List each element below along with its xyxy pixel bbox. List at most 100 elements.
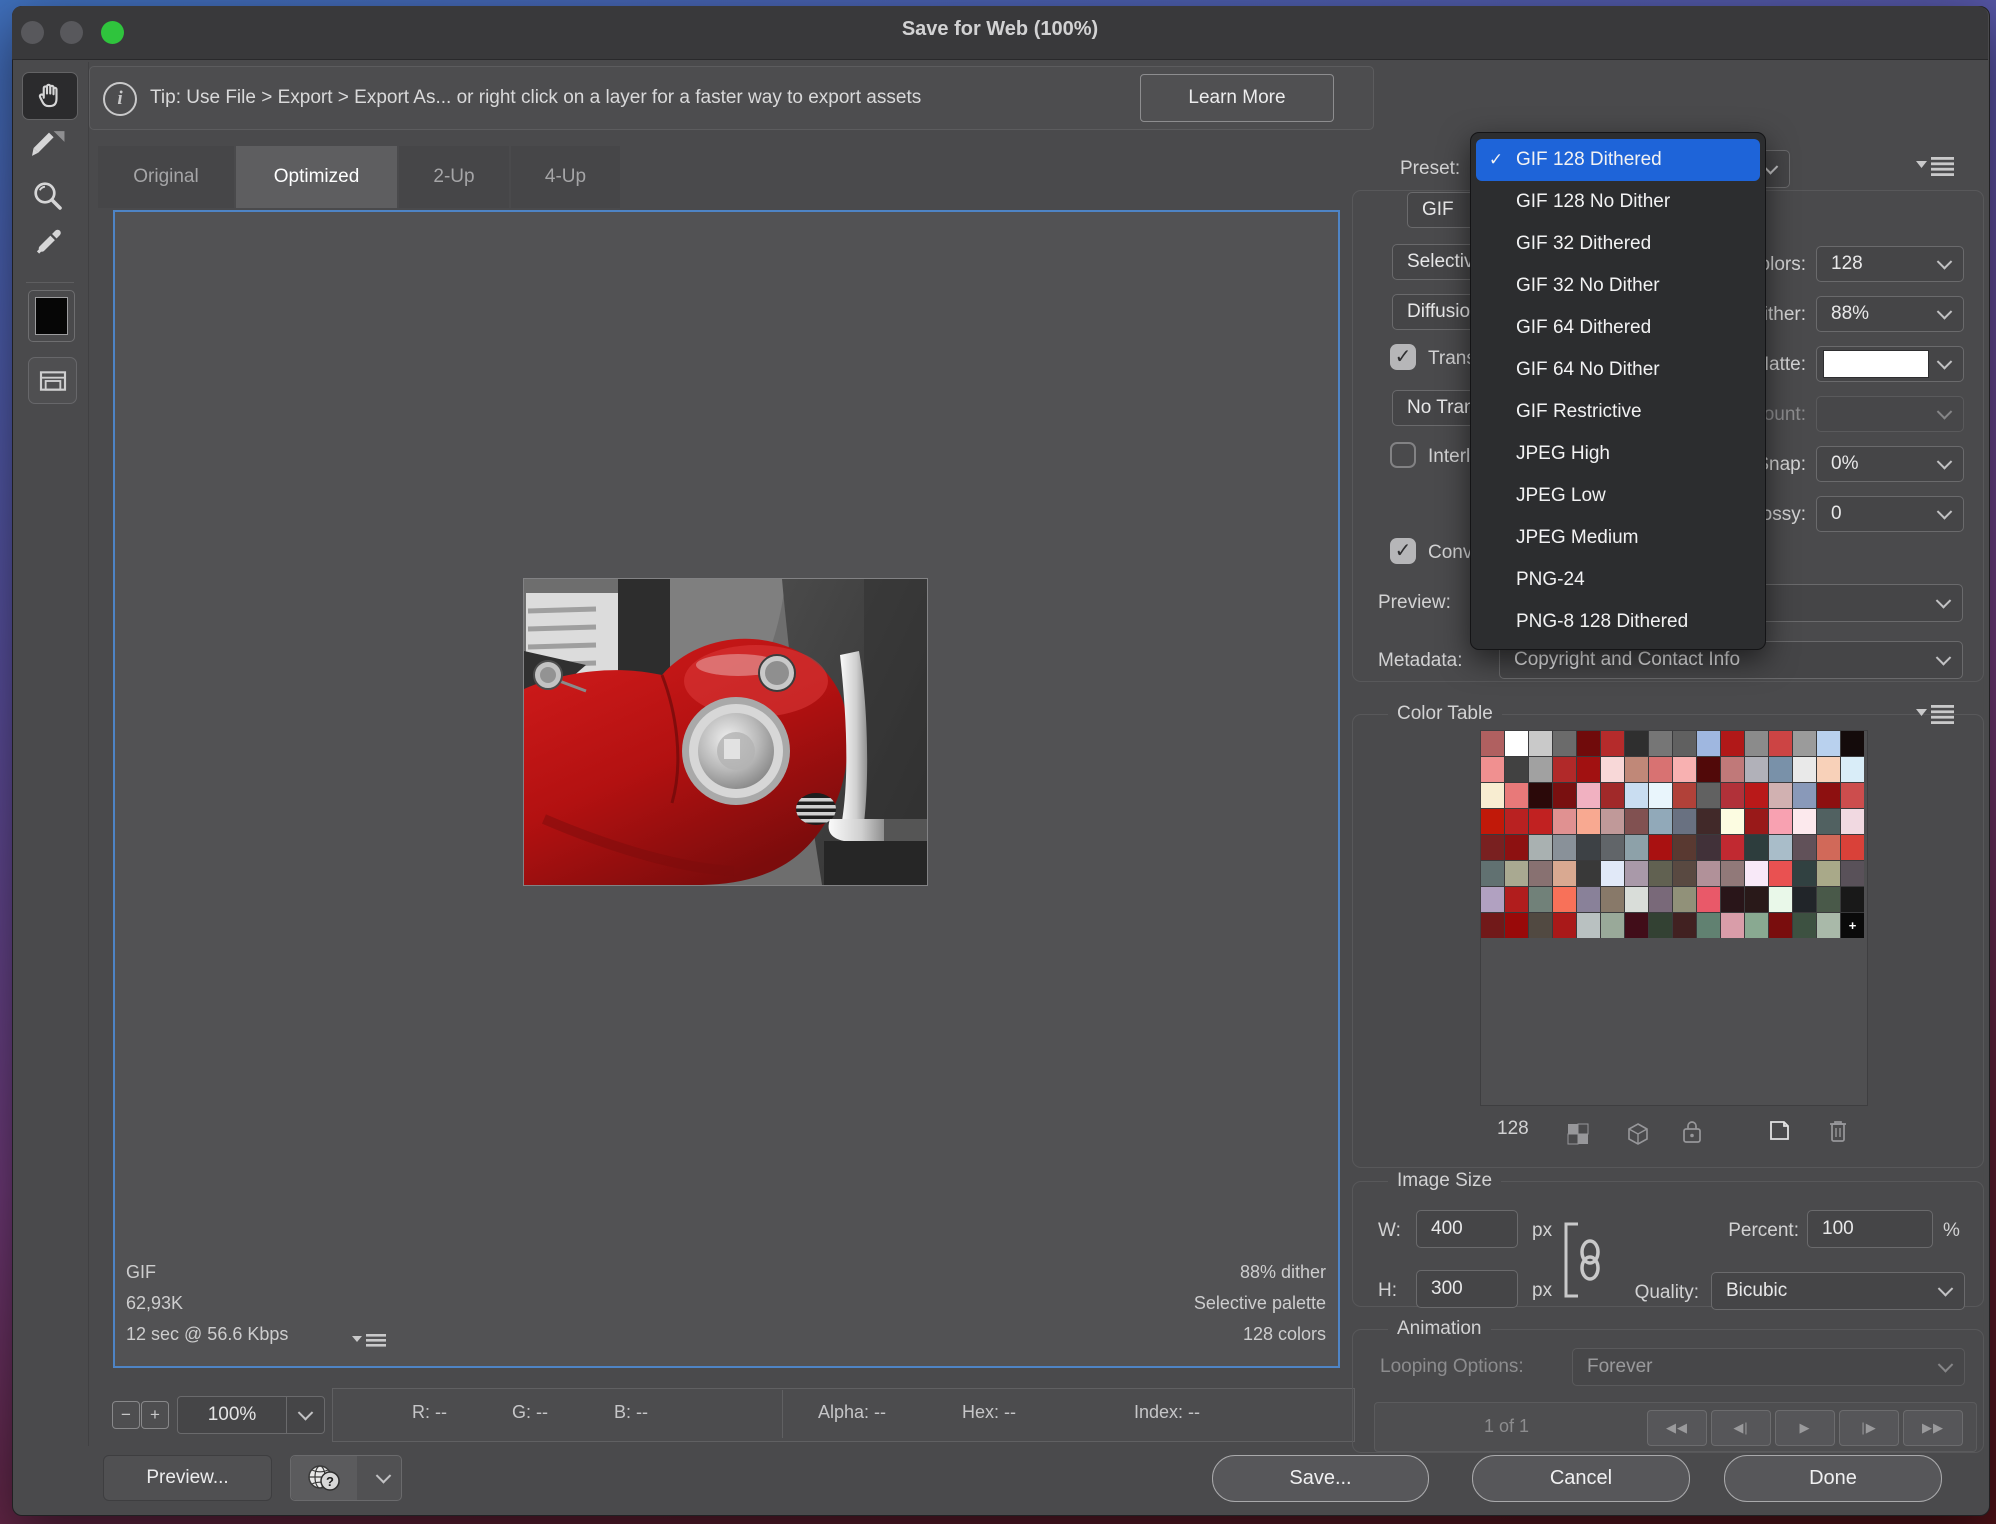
color-swatch[interactable]	[1649, 887, 1672, 912]
color-swatch[interactable]	[1697, 861, 1720, 886]
color-swatch[interactable]	[1505, 861, 1528, 886]
color-swatch[interactable]	[1817, 783, 1840, 808]
color-swatch[interactable]	[1481, 757, 1504, 782]
color-swatch[interactable]	[1577, 913, 1600, 938]
color-swatch[interactable]	[1841, 757, 1864, 782]
preview-in-browser-button[interactable]: Preview...	[103, 1455, 272, 1501]
color-swatch[interactable]	[1529, 783, 1552, 808]
color-swatch[interactable]	[1601, 835, 1624, 860]
color-table-menu-icon[interactable]	[1916, 704, 1954, 724]
color-swatch[interactable]	[1529, 861, 1552, 886]
color-swatch[interactable]	[1577, 835, 1600, 860]
color-swatch[interactable]	[1481, 783, 1504, 808]
color-swatch[interactable]	[1697, 757, 1720, 782]
preset-menu-item[interactable]: JPEG Medium	[1476, 517, 1760, 559]
color-swatch[interactable]	[1793, 913, 1816, 938]
color-swatch[interactable]	[1625, 835, 1648, 860]
color-swatch[interactable]	[1673, 783, 1696, 808]
color-swatch[interactable]	[1481, 887, 1504, 912]
color-swatch[interactable]	[1649, 809, 1672, 834]
color-swatch[interactable]	[1793, 757, 1816, 782]
color-swatch[interactable]	[1649, 913, 1672, 938]
color-swatch[interactable]	[1745, 887, 1768, 912]
done-button[interactable]: Done	[1724, 1455, 1942, 1502]
annotations-menu-icon[interactable]	[352, 1332, 388, 1350]
color-swatch[interactable]	[1793, 783, 1816, 808]
convert-srgb-checkbox[interactable]: ✓	[1390, 538, 1416, 564]
color-swatch[interactable]	[1649, 835, 1672, 860]
new-color-icon[interactable]	[1767, 1118, 1792, 1143]
color-swatch[interactable]	[1793, 887, 1816, 912]
color-swatch[interactable]	[1505, 835, 1528, 860]
preset-menu-item[interactable]: GIF 32 Dithered	[1476, 223, 1760, 265]
color-swatch[interactable]	[1625, 809, 1648, 834]
color-swatch[interactable]	[1817, 809, 1840, 834]
map-transparency-icon[interactable]	[1566, 1122, 1590, 1146]
color-swatch[interactable]	[1745, 809, 1768, 834]
preset-menu-item[interactable]: ✓GIF 128 Dithered	[1476, 139, 1760, 181]
color-swatch[interactable]	[1481, 913, 1504, 938]
color-swatch[interactable]	[1529, 887, 1552, 912]
color-swatch[interactable]	[1817, 887, 1840, 912]
color-swatch[interactable]	[1697, 809, 1720, 834]
color-swatch[interactable]	[1721, 757, 1744, 782]
color-swatch[interactable]	[1697, 783, 1720, 808]
colors-select[interactable]: 128	[1816, 246, 1964, 282]
tab-optimized[interactable]: Optimized	[236, 146, 397, 208]
color-swatch[interactable]: +	[1841, 913, 1864, 938]
cancel-button[interactable]: Cancel	[1472, 1455, 1690, 1502]
color-swatch[interactable]	[1745, 783, 1768, 808]
color-swatch[interactable]	[1721, 861, 1744, 886]
color-swatch[interactable]	[1745, 861, 1768, 886]
zoom-out-button[interactable]: −	[112, 1401, 140, 1429]
color-swatch[interactable]	[1553, 757, 1576, 782]
browser-select-combo[interactable]: ?	[290, 1455, 402, 1501]
color-swatch[interactable]	[1673, 757, 1696, 782]
web-shift-cube-icon[interactable]	[1626, 1122, 1650, 1146]
dither-amount-select[interactable]: 88%	[1816, 296, 1964, 332]
preset-menu-item[interactable]: PNG-8 128 Dithered	[1476, 601, 1760, 643]
color-swatch[interactable]	[1577, 887, 1600, 912]
color-swatch[interactable]	[1505, 913, 1528, 938]
color-swatch[interactable]	[1553, 835, 1576, 860]
color-swatch[interactable]	[1817, 835, 1840, 860]
color-swatch[interactable]	[1697, 835, 1720, 860]
color-swatch[interactable]	[1673, 835, 1696, 860]
color-swatch[interactable]	[1817, 757, 1840, 782]
color-swatch[interactable]	[1601, 809, 1624, 834]
zoom-tool[interactable]	[30, 178, 66, 214]
color-swatch[interactable]	[1745, 757, 1768, 782]
color-swatch[interactable]	[1841, 809, 1864, 834]
width-field[interactable]: 400	[1416, 1210, 1518, 1248]
color-swatch[interactable]	[1601, 757, 1624, 782]
percent-field[interactable]: 100	[1807, 1210, 1933, 1248]
color-swatch[interactable]	[1505, 809, 1528, 834]
color-swatch[interactable]	[1817, 913, 1840, 938]
color-swatch[interactable]	[1745, 731, 1768, 756]
next-frame-button[interactable]: |▶	[1839, 1410, 1899, 1446]
color-swatch[interactable]	[1529, 835, 1552, 860]
color-swatch[interactable]	[1601, 731, 1624, 756]
preset-menu-item[interactable]: JPEG Low	[1476, 475, 1760, 517]
color-swatch[interactable]	[1769, 731, 1792, 756]
toggle-slices-visibility[interactable]	[28, 357, 77, 404]
tab-original[interactable]: Original	[98, 146, 234, 208]
color-swatch[interactable]	[1481, 835, 1504, 860]
color-swatch[interactable]	[1481, 731, 1504, 756]
color-swatch[interactable]	[1577, 809, 1600, 834]
first-frame-button[interactable]: ◀◀	[1647, 1410, 1707, 1446]
color-swatch[interactable]	[1625, 783, 1648, 808]
color-swatch[interactable]	[1649, 757, 1672, 782]
color-swatch[interactable]	[1553, 783, 1576, 808]
color-swatch[interactable]	[1577, 783, 1600, 808]
zoom-in-button[interactable]: +	[141, 1401, 169, 1429]
preset-menu-item[interactable]: GIF 32 No Dither	[1476, 265, 1760, 307]
color-swatch[interactable]	[1625, 887, 1648, 912]
lossy-select[interactable]: 0	[1816, 496, 1964, 532]
color-swatch[interactable]	[1721, 835, 1744, 860]
color-swatch[interactable]	[1505, 731, 1528, 756]
interlaced-checkbox[interactable]	[1390, 442, 1416, 468]
preset-menu-item[interactable]: GIF 64 No Dither	[1476, 349, 1760, 391]
color-swatch[interactable]	[1481, 861, 1504, 886]
color-swatch[interactable]	[1769, 835, 1792, 860]
